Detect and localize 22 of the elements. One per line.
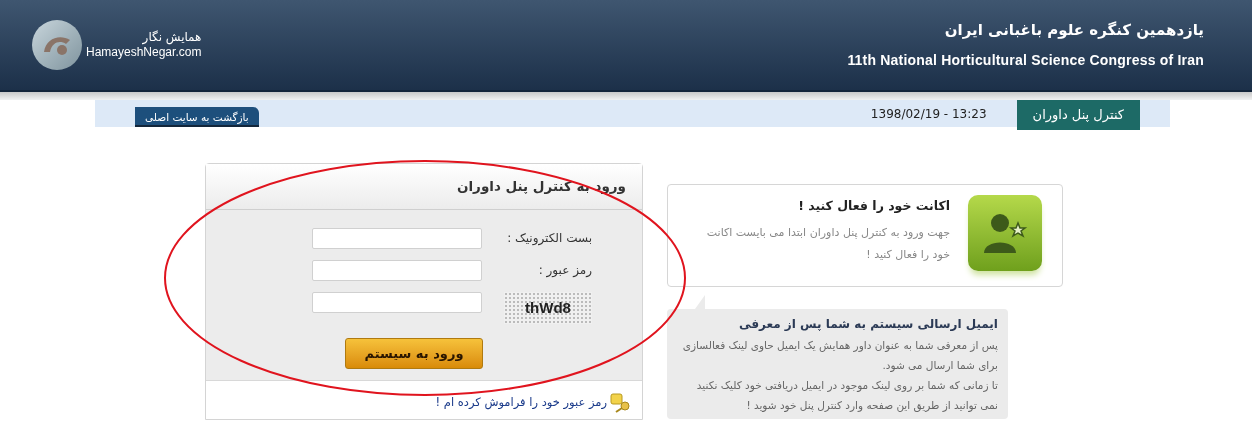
forgot-password-link[interactable]: رمز عبور خود را فراموش کرده ام ! [435,394,607,412]
note-title: ایمیل ارسالی سیستم به شما پس از معرفی [739,316,998,333]
back-link[interactable]: بازگشت به سایت اصلی [135,107,259,127]
card-text: جهت ورود به کنترل پنل داوران ابتدا می بایست اکانت خود را فعال کنید ! [705,224,950,263]
password-field[interactable] [312,259,482,281]
note-text: تا زمانی که شما بر روی لینک موجود در ایمیل دریافتی خود کلیک نکنید نمی توانید از طریق این صفحه وارد کنترل پنل خود شوید ! [695,378,998,414]
date-time: 1398/02/19 - 13:23 [870,105,987,123]
note-text: پس از معرفی شما به عنوان داور همایش یک ایمیل حاوی لینک فعالسازی برای شما ارسال می شود. [681,338,998,374]
congress-title: یازدهمین کنگره علوم باغبانی ایران [944,20,1204,42]
captcha-field[interactable] [312,291,482,313]
logo-icon [32,20,82,70]
panel-tab[interactable]: کنترل پنل داوران [1016,100,1140,130]
logo-title: همایش نگار [142,30,202,45]
captcha-text: thWd8 [525,297,571,318]
logo-site: HamayeshNegar.com [86,45,202,60]
congress-title: 11th National Horticultural Science Congress of Iran [847,50,1204,70]
field-label: بست الکترونیک : [507,230,592,247]
login-button[interactable]: ورود به سیستم [345,338,483,369]
key-icon [610,393,632,413]
email-field[interactable] [312,227,482,249]
field-label: رمز عبور : [538,262,592,279]
card-title: اکانت خود را فعال کنید ! [798,197,950,215]
